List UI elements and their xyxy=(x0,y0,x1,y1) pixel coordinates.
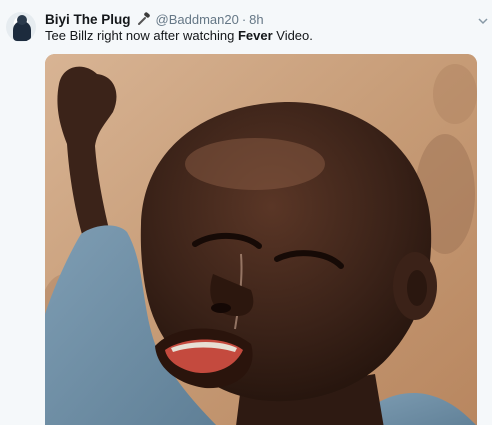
user-handle[interactable]: @Baddman20 xyxy=(156,12,239,27)
tweet-text-bold: Fever xyxy=(237,28,273,43)
tweet-text-part: Tee Billz right now after watching xyxy=(45,28,238,43)
tweet-text: Tee Billz right now after watching Fever… xyxy=(45,28,482,44)
timestamp[interactable]: 8h xyxy=(249,12,263,27)
microphone-icon xyxy=(136,12,152,26)
avatar[interactable] xyxy=(6,12,36,42)
tweet-text-end: Video. xyxy=(272,28,313,43)
tweet-header: Biyi The Plug @Baddman20 · 8h xyxy=(45,10,468,28)
photo-illustration xyxy=(45,54,477,425)
chevron-down-icon[interactable] xyxy=(478,13,488,25)
tweet-card[interactable]: Biyi The Plug @Baddman20 · 8h Tee Billz … xyxy=(0,0,492,425)
separator-dot: · xyxy=(241,11,247,27)
display-name[interactable]: Biyi The Plug xyxy=(45,12,131,27)
avatar-figure xyxy=(13,15,31,41)
tweet-photo[interactable] xyxy=(45,54,477,425)
